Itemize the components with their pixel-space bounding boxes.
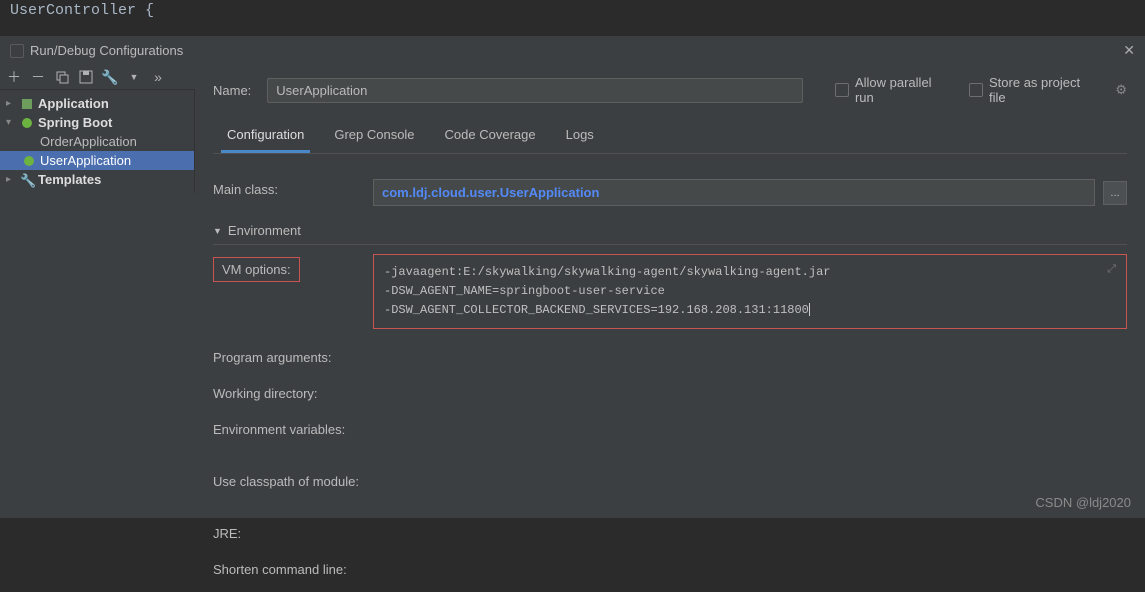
expand-icon[interactable]: » [150,69,166,85]
shorten-label: Shorten command line: [213,559,413,577]
chevron-down-icon[interactable]: ▼ [126,69,142,85]
tab-grep[interactable]: Grep Console [328,119,420,153]
tree-node-application[interactable]: ▸ Application [0,94,194,113]
dialog-title-text: Run/Debug Configurations [30,43,183,58]
program-args-label: Program arguments: [213,347,373,365]
chevron-right-icon: ▸ [6,174,16,185]
spring-icon [20,116,34,130]
vm-options-label: VM options: [213,254,373,282]
chevron-down-icon: ▼ [213,226,222,236]
browse-button[interactable]: ... [1103,181,1127,205]
add-icon[interactable]: ＋ [6,69,22,85]
env-vars-label: Environment variables: [213,419,373,437]
vm-options-input[interactable]: -javaagent:E:/skywalking/skywalking-agen… [373,254,1127,329]
save-icon[interactable] [78,69,94,85]
tree-label: Application [38,96,109,111]
tree-node-templates[interactable]: ▸ 🔧 Templates [0,170,194,189]
run-debug-dialog: Run/Debug Configurations ✕ ＋ － 🔧 ▼ » ▸ [0,35,1145,518]
environment-label: Environment [228,223,301,238]
copy-icon[interactable] [54,69,70,85]
environment-section-header[interactable]: ▼ Environment [213,217,1127,245]
config-details: Name: Allow parallel run Store as projec… [195,65,1145,489]
config-tree: ▸ Application ▾ Spring Boot OrderApplica… [0,90,195,193]
close-icon[interactable]: ✕ [1123,42,1135,59]
watermark: CSDN @ldj2020 [1035,495,1131,510]
tab-logs[interactable]: Logs [560,119,600,153]
config-tabs: Configuration Grep Console Code Coverage… [213,119,1127,154]
checkbox-label: Allow parallel run [855,75,953,105]
tree-label: OrderApplication [40,134,137,149]
expand-editor-icon[interactable]: ⤢ [1107,261,1116,280]
tab-coverage[interactable]: Code Coverage [439,119,542,153]
application-icon [20,97,34,111]
remove-icon[interactable]: － [30,69,46,85]
store-project-checkbox[interactable]: Store as project file [969,75,1099,105]
tree-node-userapp[interactable]: UserApplication [0,151,194,170]
chevron-down-icon: ▾ [6,117,16,128]
chevron-right-icon: ▸ [6,98,16,109]
tree-label: Spring Boot [38,115,112,130]
config-toolbar: ＋ － 🔧 ▼ » [0,65,195,90]
name-label: Name: [213,83,251,98]
jre-label: JRE: [213,523,373,541]
working-dir-label: Working directory: [213,383,373,401]
wrench-icon[interactable]: 🔧 [102,69,118,85]
main-class-input[interactable]: com.ldj.cloud.user.UserApplication [373,179,1095,206]
gear-icon[interactable]: ⚙ [1115,82,1127,98]
tree-label: UserApplication [40,153,131,168]
checkbox-label: Store as project file [989,75,1099,105]
allow-parallel-checkbox[interactable]: Allow parallel run [835,75,953,105]
classpath-label: Use classpath of module: [213,471,413,489]
dialog-titlebar: Run/Debug Configurations ✕ [0,36,1145,65]
spring-icon [22,154,36,168]
main-class-label: Main class: [213,179,373,197]
dialog-icon [10,44,24,58]
checkbox-box [835,83,849,97]
tree-label: Templates [38,172,101,187]
tree-node-orderapp[interactable]: OrderApplication [0,132,194,151]
wrench-icon: 🔧 [20,173,34,187]
name-input[interactable] [267,78,803,103]
editor-code-line: UserController { [0,0,1145,21]
tab-configuration[interactable]: Configuration [221,119,310,153]
tree-node-springboot[interactable]: ▾ Spring Boot [0,113,194,132]
checkbox-box [969,83,983,97]
